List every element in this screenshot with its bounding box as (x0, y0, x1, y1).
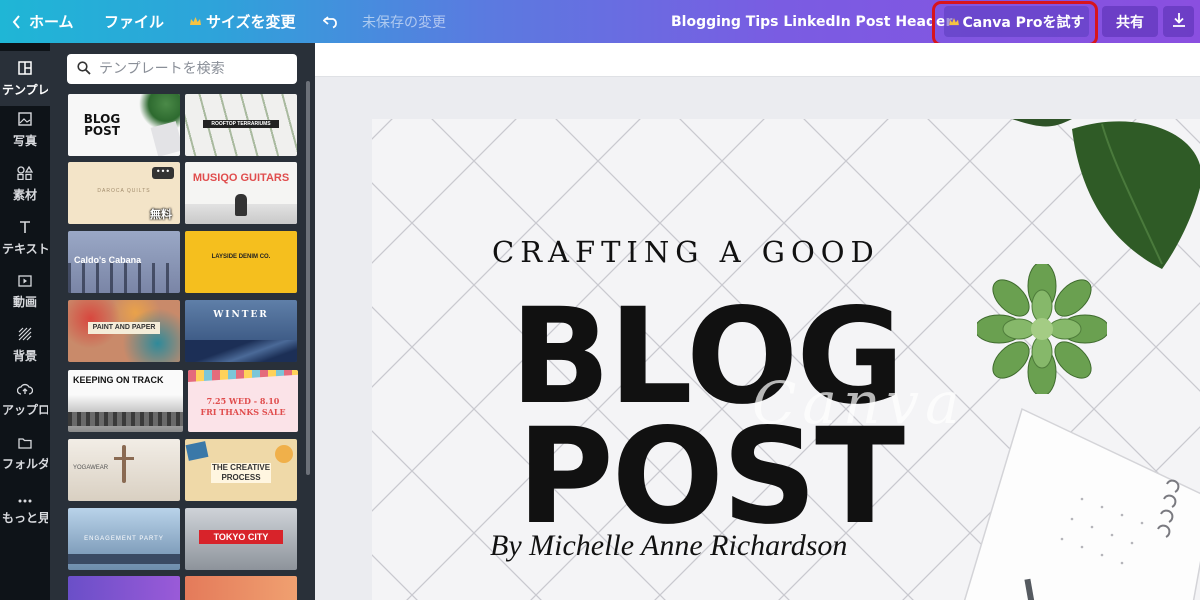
template-thumbnail[interactable]: DAROCA QUILTS ••• 無料 (68, 162, 180, 224)
photo-icon (18, 111, 32, 130)
template-label: MUSIQO GUITARS (192, 172, 290, 184)
try-canva-pro-label: Canva Proを試す (962, 14, 1085, 31)
video-icon (18, 272, 32, 291)
template-label: Caldo's Cabana (74, 255, 142, 265)
side-nav-rail: テンプレート 写真 素材 テキスト 動画 背景 アップロード フォルダ もっと見… (0, 43, 50, 600)
background-icon (18, 326, 32, 345)
rail-item-text[interactable]: テキスト (0, 210, 50, 265)
chevron-left-icon (12, 14, 21, 29)
unsaved-label: 未保存の変更 (362, 14, 446, 31)
template-label: YOGAWEAR (73, 465, 109, 471)
template-thumbnail[interactable] (185, 576, 297, 600)
crown-icon (948, 14, 959, 30)
rail-label: 素材 (12, 187, 37, 202)
rail-item-video[interactable]: 動画 (0, 263, 50, 318)
download-button[interactable] (1163, 6, 1194, 37)
template-label: PAINT AND PAPER (88, 322, 160, 334)
design-page[interactable]: CRAFTING A GOOD BLOG POST By Michelle An… (372, 119, 1200, 600)
rail-item-background[interactable]: 背景 (0, 317, 50, 372)
more-icon (18, 488, 32, 507)
rail-label: 背景 (12, 348, 37, 363)
notebook-decoration (963, 407, 1200, 600)
unsaved-changes-status: 未保存の変更 (362, 0, 446, 43)
template-thumbnail[interactable]: KEEPING ON TRACK (68, 370, 183, 432)
rail-label: テキスト (2, 241, 48, 256)
rail-item-elements[interactable]: 素材 (0, 156, 50, 211)
template-search-input[interactable] (99, 61, 289, 77)
document-title-text: Blogging Tips LinkedIn Post Header (671, 13, 953, 30)
template-thumbnail[interactable]: ROOFTOP TERRARIUMS (185, 94, 297, 156)
template-thumbnail[interactable]: YOGAWEAR (68, 439, 180, 501)
download-icon (1172, 12, 1186, 31)
template-search[interactable] (67, 54, 297, 84)
text-icon (19, 219, 31, 238)
template-thumbnail[interactable]: THE CREATIVE PROCESS (185, 439, 297, 501)
rail-item-more[interactable]: もっと見る (0, 479, 50, 534)
template-thumbnail[interactable]: PAINT AND PAPER (68, 300, 180, 362)
rail-item-uploads[interactable]: アップロード (0, 371, 50, 426)
undo-button[interactable] (323, 0, 339, 43)
share-label: 共有 (1116, 14, 1144, 31)
rail-item-templates[interactable]: テンプレート (0, 51, 50, 106)
template-label: LAYSIDE DENIM CO. (211, 254, 271, 260)
more-options-button[interactable]: ••• (152, 167, 174, 179)
upload-icon (16, 380, 34, 399)
template-thumbnail[interactable]: MUSIQO GUITARS (185, 162, 297, 224)
home-button[interactable]: ホーム (12, 0, 74, 43)
free-badge: 無料 (150, 208, 172, 221)
resize-label: サイズを変更 (206, 13, 296, 31)
editor-toolbar (315, 43, 1200, 77)
template-thumbnail[interactable]: Caldo's Cabana (68, 231, 180, 293)
template-label: BLOG POST (83, 112, 121, 138)
rail-item-folders[interactable]: フォルダ (0, 425, 50, 480)
panel-scrollbar[interactable] (306, 81, 310, 475)
crown-icon (190, 17, 201, 26)
template-thumbnail[interactable]: ENGAGEMENT PARTY (68, 508, 180, 570)
home-label: ホーム (29, 13, 74, 31)
document-title[interactable]: Blogging Tips LinkedIn Post Header (671, 0, 952, 43)
share-button[interactable]: 共有 (1102, 6, 1158, 37)
file-label: ファイル (104, 13, 165, 31)
template-panel: BLOG POST ROOFTOP TERRARIUMS DAROCA QUIL… (50, 43, 315, 600)
rail-label: もっと見る (2, 510, 48, 525)
search-icon (77, 60, 91, 79)
rail-label: フォルダ (2, 456, 48, 471)
template-label: 7.25 WED - 8.10 FRI THANKS SALE (200, 396, 286, 417)
template-label: DAROCA QUILTS (97, 188, 151, 194)
folder-icon (18, 434, 32, 453)
rail-label: 写真 (12, 133, 37, 148)
template-label: KEEPING ON TRACK (73, 375, 164, 385)
template-thumbnail[interactable]: LAYSIDE DENIM CO. (185, 231, 297, 293)
rail-item-photos[interactable]: 写真 (0, 102, 50, 157)
template-thumbnail[interactable]: TOKYO CITY (185, 508, 297, 570)
template-thumbnail[interactable] (68, 576, 180, 600)
try-canva-pro-button[interactable]: Canva Proを試す (944, 6, 1089, 37)
rail-label: 動画 (12, 294, 37, 309)
resize-button[interactable]: サイズを変更 (190, 0, 296, 43)
elements-icon (17, 165, 34, 184)
design-kicker-text[interactable]: CRAFTING A GOOD (492, 235, 880, 269)
file-menu[interactable]: ファイル (104, 0, 164, 43)
canva-watermark: Canva (752, 369, 966, 437)
top-bar: ホーム ファイル サイズを変更 未保存の変更 Blogging Tips Lin… (0, 0, 1200, 46)
template-thumbnail[interactable]: WINTER (185, 300, 297, 362)
template-label: TOKYO CITY (199, 530, 283, 544)
template-label: ROOFTOP TERRARIUMS (203, 120, 279, 128)
succulent-decoration (977, 264, 1107, 394)
rail-label: アップロード (2, 402, 48, 417)
template-thumbnail[interactable]: 7.25 WED - 8.10 FRI THANKS SALE (188, 370, 298, 432)
template-label: ENGAGEMENT PARTY (84, 536, 164, 542)
template-label: THE CREATIVE PROCESS (211, 463, 271, 483)
leaf-decoration (1012, 119, 1200, 269)
template-thumbnail[interactable]: BLOG POST (68, 94, 180, 156)
rail-label: テンプレート (2, 82, 48, 97)
undo-icon (323, 15, 339, 29)
template-label: WINTER (213, 310, 269, 320)
editor-canvas-area: CRAFTING A GOOD BLOG POST By Michelle An… (315, 43, 1200, 600)
design-byline-text[interactable]: By Michelle Anne Richardson (490, 529, 847, 563)
template-icon (18, 60, 32, 79)
